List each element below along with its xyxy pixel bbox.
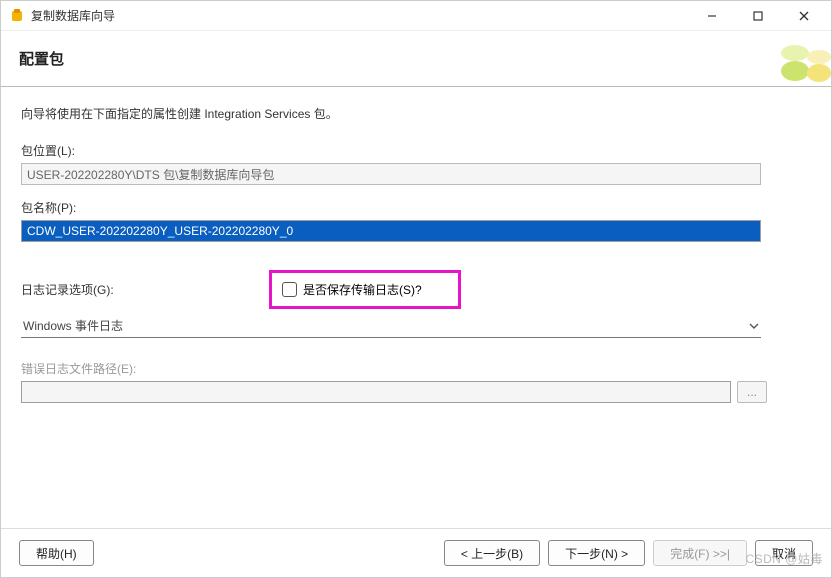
maximize-button[interactable] — [735, 1, 781, 31]
save-log-checkbox[interactable] — [282, 282, 297, 297]
next-button[interactable]: 下一步(N) > — [548, 540, 645, 566]
page-title: 配置包 — [19, 48, 64, 69]
logging-select-value: Windows 事件日志 — [23, 317, 123, 334]
error-log-path-input — [21, 381, 731, 403]
header-decoration-icon — [777, 33, 831, 85]
cancel-button[interactable]: 取消 — [755, 540, 813, 566]
wizard-footer: 帮助(H) < 上一步(B) 下一步(N) > 完成(F) >>| 取消 — [1, 529, 831, 577]
logging-options-label: 日志记录选项(G): — [21, 281, 269, 298]
error-log-path-label: 错误日志文件路径(E): — [21, 360, 811, 377]
window-titlebar: 复制数据库向导 — [1, 1, 831, 31]
logging-select[interactable]: Windows 事件日志 — [21, 315, 761, 338]
package-name-input[interactable] — [21, 220, 761, 242]
package-location-input[interactable] — [21, 163, 761, 185]
minimize-button[interactable] — [689, 1, 735, 31]
back-button[interactable]: < 上一步(B) — [444, 540, 540, 566]
window-title: 复制数据库向导 — [31, 7, 115, 24]
help-button[interactable]: 帮助(H) — [19, 540, 94, 566]
browse-button: ... — [737, 381, 767, 403]
logging-row: 日志记录选项(G): 是否保存传输日志(S)? — [21, 270, 811, 309]
finish-button: 完成(F) >>| — [653, 540, 747, 566]
wizard-header: 配置包 — [1, 31, 831, 87]
save-log-checkbox-label[interactable]: 是否保存传输日志(S)? — [303, 281, 422, 298]
description-text: 向导将使用在下面指定的属性创建 Integration Services 包。 — [21, 105, 811, 122]
app-icon — [9, 8, 25, 24]
highlight-annotation: 是否保存传输日志(S)? — [269, 270, 461, 309]
package-location-label: 包位置(L): — [21, 142, 811, 159]
ellipsis-icon: ... — [747, 385, 757, 399]
wizard-content: 向导将使用在下面指定的属性创建 Integration Services 包。 … — [1, 87, 831, 529]
close-button[interactable] — [781, 1, 827, 31]
chevron-down-icon — [747, 319, 761, 333]
package-name-label: 包名称(P): — [21, 199, 811, 216]
